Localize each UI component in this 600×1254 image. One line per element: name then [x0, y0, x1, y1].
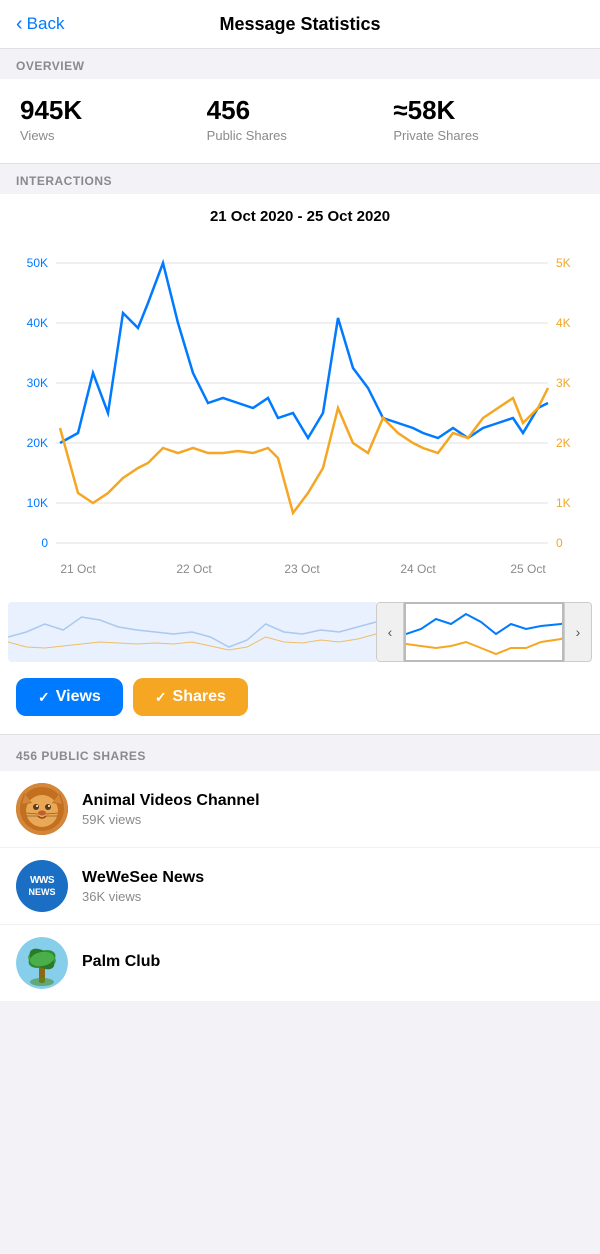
svg-text:2K: 2K: [556, 436, 571, 450]
svg-text:1K: 1K: [556, 496, 571, 510]
public-shares-section-label: 456 PUBLIC SHARES: [0, 735, 600, 771]
public-shares-stat: 456 Public Shares: [207, 95, 394, 143]
channel-info: Animal Videos Channel 59K views: [82, 792, 260, 827]
private-shares-label: Private Shares: [393, 128, 580, 143]
shares-toggle-label: Shares: [173, 688, 226, 706]
main-chart-svg: 50K 40K 30K 20K 10K 0 5K 4K 3K 2K 1K 0 2…: [8, 233, 592, 593]
list-item[interactable]: Palm Club: [0, 925, 600, 1002]
svg-text:20K: 20K: [27, 436, 48, 450]
views-toggle-label: Views: [56, 688, 101, 706]
channel-name: Palm Club: [82, 953, 160, 971]
wws-logo: WWS NEWS: [16, 860, 68, 912]
overview-section-label: OVERVIEW: [0, 49, 600, 79]
avatar: [16, 783, 68, 835]
views-toggle-button[interactable]: ✓ Views: [16, 678, 123, 716]
channel-views: 59K views: [82, 812, 260, 827]
svg-text:40K: 40K: [27, 316, 48, 330]
svg-text:22 Oct: 22 Oct: [176, 562, 212, 576]
svg-text:23 Oct: 23 Oct: [284, 562, 320, 576]
palm-avatar-image: [16, 937, 68, 989]
svg-text:50K: 50K: [27, 256, 48, 270]
overview-block: 945K Views 456 Public Shares ≈58K Privat…: [0, 79, 600, 164]
private-shares-value: ≈58K: [393, 95, 580, 126]
app-header: ‹ Back Message Statistics: [0, 0, 600, 49]
public-shares-value: 456: [207, 95, 394, 126]
svg-text:4K: 4K: [556, 316, 571, 330]
views-value: 945K: [20, 95, 207, 126]
lion-avatar-image: [16, 783, 68, 835]
avatar: WWS NEWS: [16, 860, 68, 912]
views-check-icon: ✓: [38, 689, 50, 706]
channel-info: Palm Club: [82, 953, 160, 973]
svg-text:10K: 10K: [27, 496, 48, 510]
views-label: Views: [20, 128, 207, 143]
interactions-block: 21 Oct 2020 - 25 Oct 2020 50K 40K 30K 20…: [0, 194, 600, 735]
svg-text:5K: 5K: [556, 256, 571, 270]
channel-name: Animal Videos Channel: [82, 792, 260, 810]
svg-text:25 Oct: 25 Oct: [510, 562, 546, 576]
private-shares-stat: ≈58K Private Shares: [393, 95, 580, 143]
mini-nav-right[interactable]: ›: [564, 602, 592, 662]
back-chevron-icon: ‹: [16, 14, 23, 34]
page-title: Message Statistics: [219, 14, 380, 35]
shares-check-icon: ✓: [155, 689, 167, 706]
list-item[interactable]: WWS NEWS WeWeSee News 36K views: [0, 848, 600, 925]
mini-chart-container: ‹ ›: [0, 598, 600, 666]
public-shares-label: Public Shares: [207, 128, 394, 143]
back-button[interactable]: ‹ Back: [16, 14, 64, 34]
svg-text:0: 0: [556, 536, 563, 550]
channel-info: WeWeSee News 36K views: [82, 869, 204, 904]
list-item[interactable]: Animal Videos Channel 59K views: [0, 771, 600, 848]
toggle-buttons: ✓ Views ✓ Shares: [0, 666, 600, 720]
svg-text:30K: 30K: [27, 376, 48, 390]
svg-text:3K: 3K: [556, 376, 571, 390]
svg-text:24 Oct: 24 Oct: [400, 562, 436, 576]
mini-selected-svg: [406, 604, 564, 662]
svg-text:21 Oct: 21 Oct: [60, 562, 96, 576]
mini-overview-svg: [8, 602, 376, 662]
main-chart-area: 50K 40K 30K 20K 10K 0 5K 4K 3K 2K 1K 0 2…: [0, 233, 600, 598]
channel-name: WeWeSee News: [82, 869, 204, 887]
back-label: Back: [27, 14, 65, 34]
interactions-section-label: INTERACTIONS: [0, 164, 600, 194]
svg-text:0: 0: [41, 536, 48, 550]
channel-views: 36K views: [82, 889, 204, 904]
shares-list: Animal Videos Channel 59K views WWS NEWS…: [0, 771, 600, 1002]
views-stat: 945K Views: [20, 95, 207, 143]
mini-nav-left[interactable]: ‹: [376, 602, 404, 662]
shares-toggle-button[interactable]: ✓ Shares: [133, 678, 248, 716]
avatar: [16, 937, 68, 989]
chart-date-range: 21 Oct 2020 - 25 Oct 2020: [0, 194, 600, 233]
